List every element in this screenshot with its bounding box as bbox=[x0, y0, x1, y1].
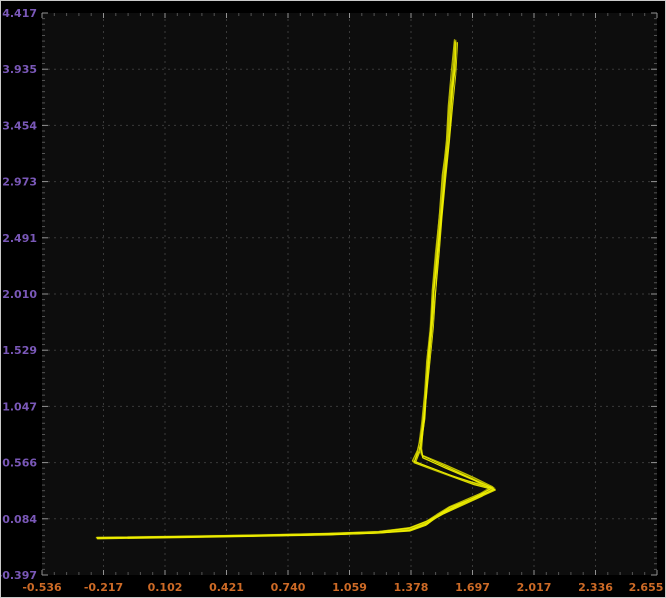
x-tick-label: 2.336 bbox=[578, 581, 613, 594]
y-tick-label: 2.973 bbox=[2, 176, 37, 189]
plot-canvas: 4.417 3.935 3.454 2.973 2.491 2.010 1.529 1.047… bbox=[1, 1, 665, 597]
x-tick-label: 1.059 bbox=[332, 581, 367, 594]
y-tick-label: 0.566 bbox=[2, 457, 37, 470]
y-tick-label: 3.935 bbox=[2, 63, 37, 76]
y-tick-label: 2.491 bbox=[2, 232, 37, 245]
x-tick-label: 0.740 bbox=[271, 581, 306, 594]
x-tick-label: 1.697 bbox=[455, 581, 490, 594]
y-tick-label: 2.010 bbox=[2, 288, 37, 301]
x-tick-label: 0.421 bbox=[209, 581, 244, 594]
x-tick-label: -0.536 bbox=[22, 581, 62, 594]
y-tick-label: 4.417 bbox=[2, 7, 37, 20]
y-tick-label: 1.529 bbox=[2, 344, 37, 357]
y-tick-label: 1.047 bbox=[2, 400, 37, 413]
x-tick-label: 2.655 bbox=[629, 581, 664, 594]
x-tick-label: -0.217 bbox=[84, 581, 123, 594]
x-tick-label: 0.102 bbox=[148, 581, 183, 594]
x-tick-label: 1.378 bbox=[394, 581, 429, 594]
x-tick-label: 2.017 bbox=[517, 581, 552, 594]
y-tick-label: 0.084 bbox=[2, 513, 37, 526]
oscilloscope-xy-window: 4.417 3.935 3.454 2.973 2.491 2.010 1.529 1.047… bbox=[0, 0, 666, 598]
y-tick-label: 3.454 bbox=[2, 119, 37, 132]
